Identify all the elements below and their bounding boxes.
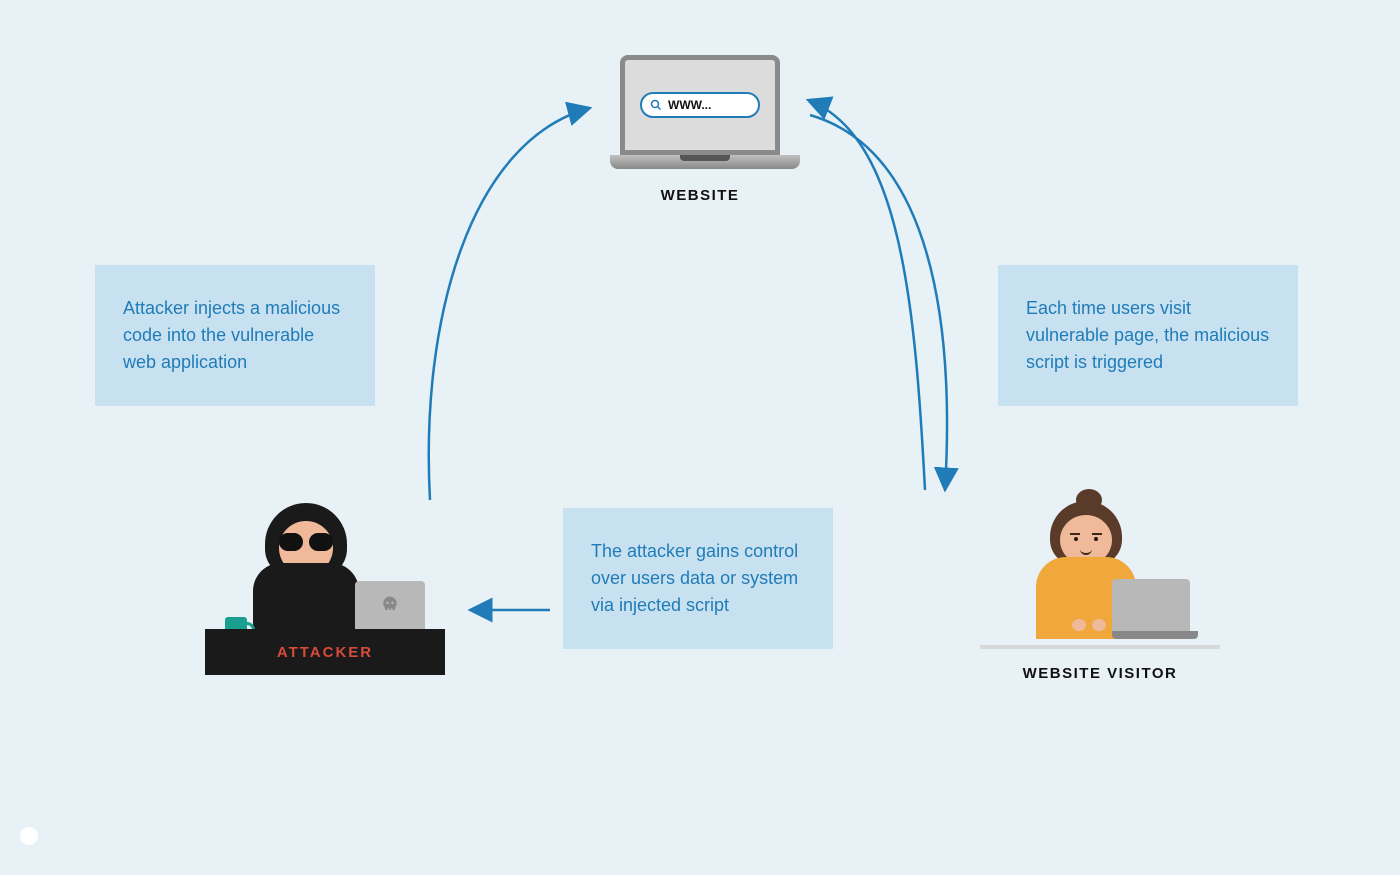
box-trigger: Each time users visit vulnerable page, t… [998, 265, 1298, 406]
laptop-base [610, 155, 800, 169]
search-icon [650, 99, 662, 111]
visitor-hand [1072, 619, 1086, 631]
attacker-illustration: ATTACKER [205, 495, 445, 675]
attacker-node: ATTACKER [205, 495, 445, 675]
arrow-attacker-to-website [429, 108, 590, 500]
visitor-node: WEBSITE VISITOR [980, 495, 1220, 682]
box-inject: Attacker injects a malicious code into t… [95, 265, 375, 406]
laptop-screen: WWW... [620, 55, 780, 155]
visitor-illustration [980, 495, 1220, 665]
url-placeholder: WWW... [668, 98, 711, 112]
website-label: WEBSITE [600, 187, 800, 204]
skull-icon [380, 595, 400, 615]
sunglasses-icon [277, 533, 335, 553]
visitor-hand [1092, 619, 1106, 631]
visitor-bun [1076, 489, 1102, 511]
arrow-website-to-visitor [810, 115, 947, 490]
visitor-desk [980, 645, 1220, 649]
website-node: WWW... WEBSITE [600, 55, 800, 204]
visitor-laptop-icon [1112, 579, 1198, 641]
laptop-icon: WWW... [610, 55, 790, 169]
attacker-label: ATTACKER [277, 644, 373, 661]
attacker-desk: ATTACKER [205, 629, 445, 675]
decorative-dot [20, 827, 38, 845]
url-bar: WWW... [640, 92, 760, 118]
box-gain: The attacker gains control over users da… [563, 508, 833, 649]
arrow-visitor-to-website [808, 100, 925, 490]
visitor-label: WEBSITE VISITOR [980, 665, 1220, 682]
